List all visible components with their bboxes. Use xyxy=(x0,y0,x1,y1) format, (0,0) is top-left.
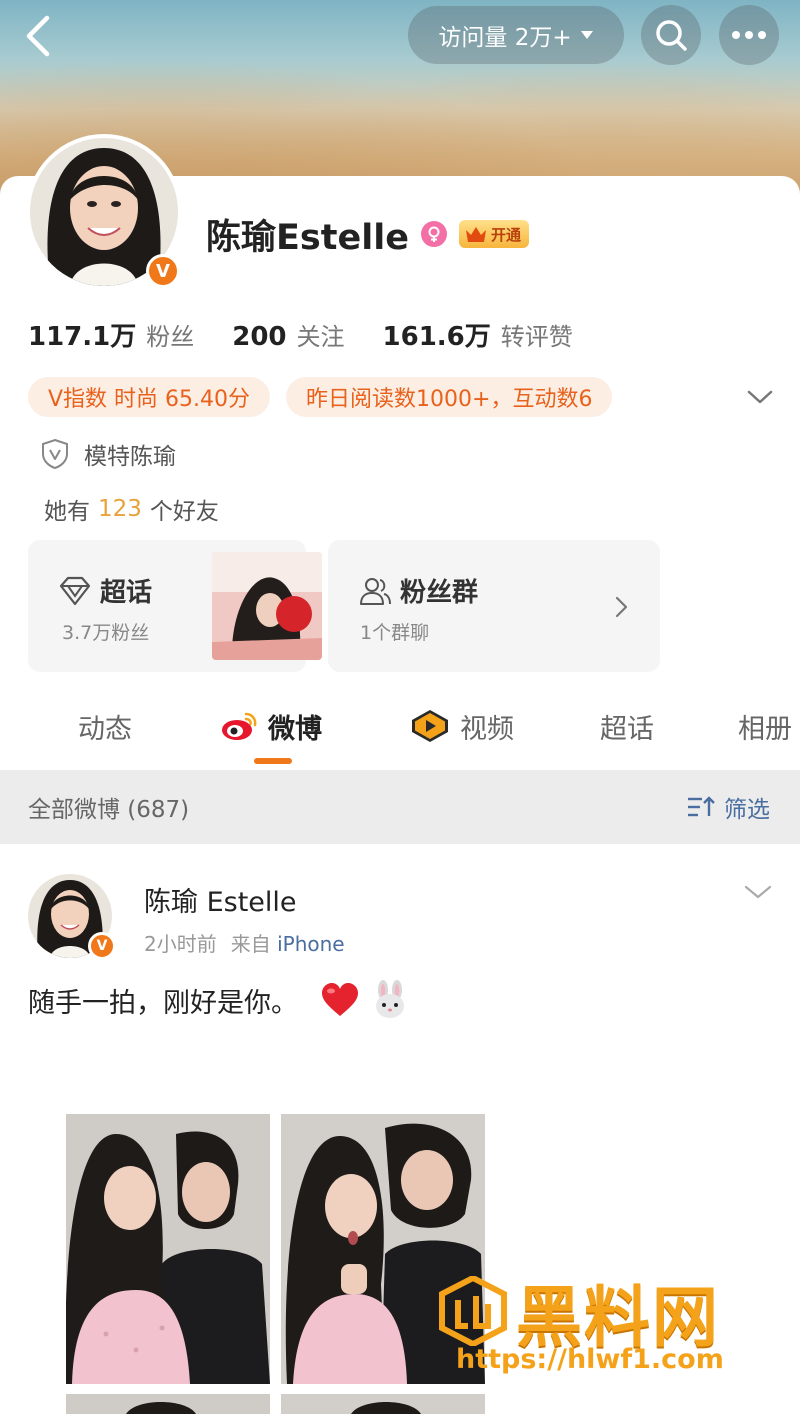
video-play-icon xyxy=(412,710,448,742)
interactions-label[interactable]: 转评赞 xyxy=(501,317,573,352)
verification-row: 模特陈瑜 xyxy=(40,436,176,472)
filter-sort-icon xyxy=(688,796,715,817)
site-watermark: 黑料网 https://hlwf1.com xyxy=(438,1270,778,1390)
profile-name: 陈瑜Estelle xyxy=(206,217,409,258)
back-button[interactable] xyxy=(14,12,62,60)
vip-open-badge[interactable]: 开通 xyxy=(458,220,529,248)
fan-group-card[interactable]: 粉丝群 1个群聊 xyxy=(328,540,660,672)
chevron-down-icon xyxy=(747,390,773,404)
chevron-left-icon xyxy=(26,15,50,57)
followers-label[interactable]: 粉丝 xyxy=(146,317,194,352)
red-heart-icon xyxy=(320,980,360,1020)
post-verified-badge-letter: V xyxy=(96,938,108,954)
tab-album[interactable]: 相册 xyxy=(738,706,792,746)
friends-suffix: 个好友 xyxy=(149,499,219,525)
profile-name-row: 陈瑜Estelle 开通 xyxy=(206,212,529,258)
rabbit-face-icon xyxy=(370,980,410,1020)
active-tab-indicator xyxy=(254,758,292,764)
post-filter-bar: 全部微博 (687) 筛选 xyxy=(0,770,800,844)
tab-album-label: 相册 xyxy=(738,713,792,745)
search-button[interactable] xyxy=(641,5,701,65)
tab-weibo[interactable]: 微博 xyxy=(220,706,322,746)
visits-dropdown[interactable]: 访问量 2万+ xyxy=(408,6,624,64)
tab-supertopic[interactable]: 超话 xyxy=(600,706,654,746)
verified-badge: V xyxy=(146,254,180,288)
profile-avatar[interactable]: V xyxy=(26,134,182,290)
interactions-count[interactable]: 161.6万 xyxy=(383,316,491,353)
following-count[interactable]: 200 xyxy=(232,322,286,352)
v-index-tag[interactable]: V指数 时尚 65.40分 xyxy=(28,377,271,417)
chevron-right-icon xyxy=(615,596,628,618)
post-source-prefix: 来自 xyxy=(230,932,271,956)
tab-dynamics-label: 动态 xyxy=(78,713,132,745)
post-image-4[interactable] xyxy=(281,1394,485,1414)
post-source[interactable]: iPhone xyxy=(277,932,345,956)
female-icon xyxy=(420,221,447,247)
all-posts-count: 全部微博 (687) xyxy=(28,797,190,823)
friends-row[interactable]: 她有 123 个好友 xyxy=(44,492,219,526)
vip-open-label: 开通 xyxy=(490,225,521,244)
verified-badge-letter: V xyxy=(156,260,170,282)
fan-group-subtitle: 1个群聊 xyxy=(360,622,430,644)
group-users-icon xyxy=(360,577,391,605)
friends-prefix: 她有 xyxy=(44,499,90,525)
profile-tags: V指数 时尚 65.40分 昨日阅读数1000+，互动数6 xyxy=(28,377,613,417)
filter-button[interactable]: 筛选 xyxy=(686,790,770,824)
weibo-logo-icon xyxy=(222,712,257,740)
tab-video[interactable]: 视频 xyxy=(410,706,514,746)
fan-group-title: 粉丝群 xyxy=(400,578,479,608)
filter-label: 筛选 xyxy=(724,797,770,823)
profile-stats: 117.1万 粉丝 200 关注 161.6万 转评赞 xyxy=(28,316,611,354)
profile-tabs: 动态 微博 视频 超话 相册 xyxy=(0,690,800,770)
followers-count[interactable]: 117.1万 xyxy=(28,316,136,353)
reads-interactions-tag[interactable]: 昨日阅读数1000+，互动数6 xyxy=(286,377,613,417)
diamond-icon xyxy=(59,576,91,605)
following-label[interactable]: 关注 xyxy=(297,317,345,352)
more-button[interactable] xyxy=(719,5,779,65)
post-verified-badge: V xyxy=(88,932,116,960)
supertopic-thumbnail xyxy=(212,552,322,660)
supertopic-title: 超话 xyxy=(100,578,153,608)
friends-count: 123 xyxy=(98,496,142,522)
post-image-1[interactable] xyxy=(66,1114,270,1384)
supertopic-subtitle: 3.7万粉丝 xyxy=(62,622,150,644)
more-dots-icon xyxy=(732,31,766,39)
tab-video-label: 视频 xyxy=(460,713,514,745)
watermark-url: https://hlwf1.com xyxy=(456,1344,724,1375)
tab-dynamics[interactable]: 动态 xyxy=(78,706,132,746)
tab-supertopic-label: 超话 xyxy=(600,713,654,745)
post-time: 2小时前 xyxy=(144,932,217,956)
post-author-name[interactable]: 陈瑜 Estelle xyxy=(144,880,297,919)
tab-weibo-label: 微博 xyxy=(268,713,322,745)
caret-down-icon xyxy=(580,31,593,39)
search-icon xyxy=(656,20,687,51)
shield-v-icon xyxy=(42,438,68,470)
post-image-3[interactable] xyxy=(66,1394,270,1414)
expand-profile-button[interactable] xyxy=(745,383,775,411)
visits-label: 访问量 2万+ xyxy=(438,25,572,51)
post-text-row: 随手一拍，刚好是你。 xyxy=(28,980,410,1020)
watermark-logo-icon xyxy=(439,1276,507,1346)
verification-text: 模特陈瑜 xyxy=(84,444,176,470)
post-text: 随手一拍，刚好是你。 xyxy=(28,987,298,1019)
post-meta: 2小时前 来自 iPhone xyxy=(144,928,345,957)
crown-icon xyxy=(465,227,486,242)
supertopic-card[interactable]: 超话 3.7万粉丝 xyxy=(28,540,322,672)
post-menu-chevron-icon[interactable] xyxy=(744,884,772,900)
